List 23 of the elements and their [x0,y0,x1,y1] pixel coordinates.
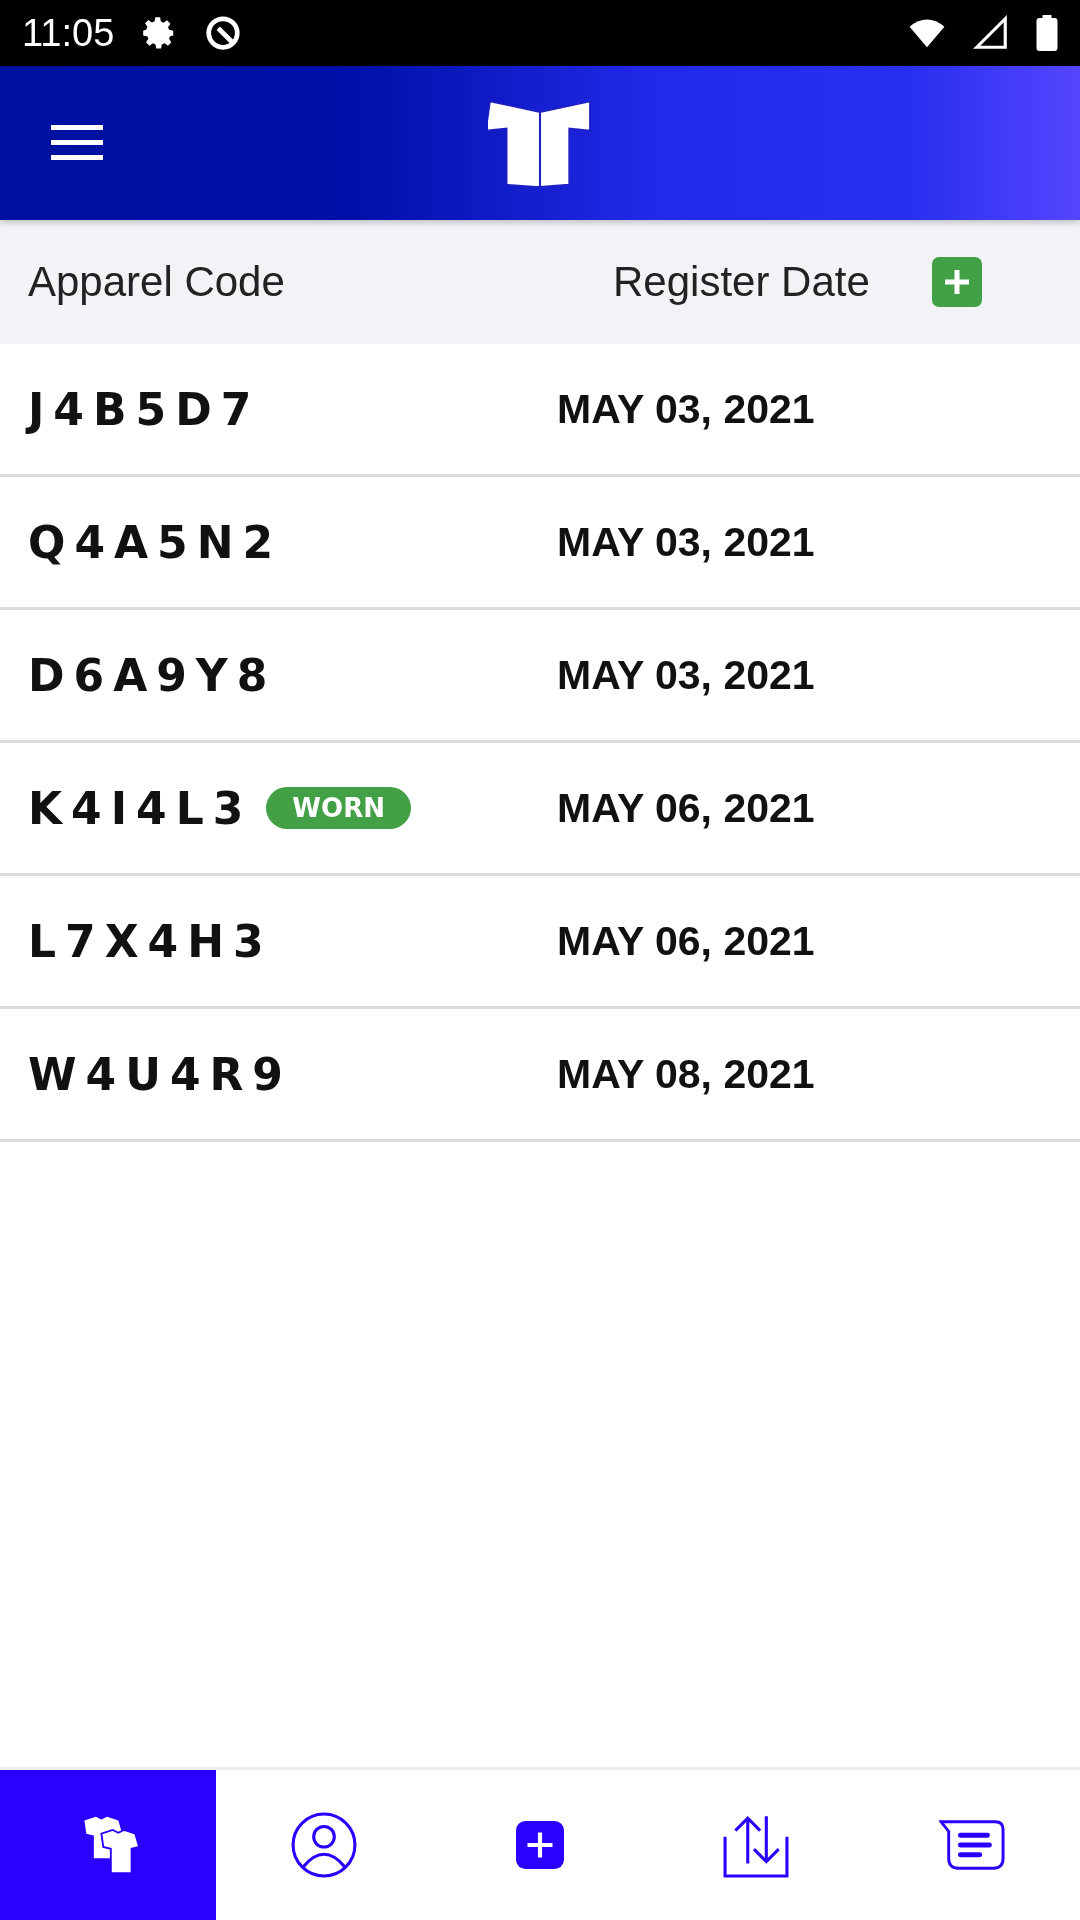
register-date: MAY 06, 2021 [557,917,815,965]
apparel-code: W4U4R9 [28,1048,292,1100]
signal-icon [972,14,1010,52]
register-date: MAY 08, 2021 [557,1050,815,1098]
column-header: Register Date [613,258,870,306]
add-icon [516,1821,564,1869]
profile-icon [291,1812,357,1878]
battery-icon [1036,15,1058,51]
apparel-code: K4I4L3 [28,782,253,834]
register-date: MAY 06, 2021 [557,784,815,832]
status-badge: WORN [266,787,411,829]
nav-tab[interactable] [0,1770,216,1920]
status-time: 11:05 [22,11,115,55]
apparel-code: L7X4H3 [28,915,273,967]
book-logo-icon [488,99,592,187]
register-date: MAY 03, 2021 [557,385,815,433]
register-date: MAY 03, 2021 [557,651,815,699]
register-date: MAY 03, 2021 [557,518,815,566]
menu-icon[interactable] [51,125,103,161]
apparel-code: Q4A5N2 [28,516,283,568]
column-header: Apparel Code [28,258,286,306]
apparel-code: D6A9Y8 [28,649,277,701]
add-button[interactable] [931,257,982,307]
